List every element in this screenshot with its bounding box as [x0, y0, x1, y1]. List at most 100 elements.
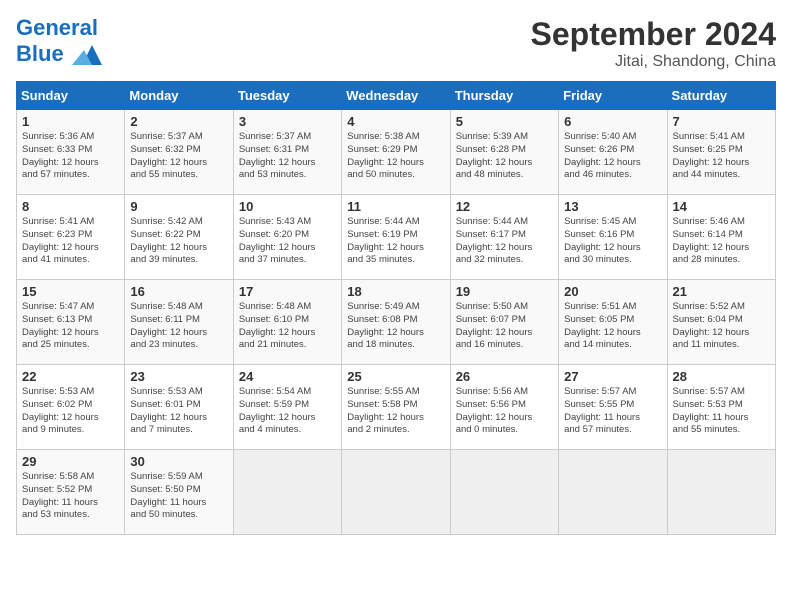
day-number: 26 [456, 369, 553, 384]
calendar-cell [667, 450, 775, 535]
day-info: Sunrise: 5:57 AM Sunset: 5:55 PM Dayligh… [564, 386, 661, 437]
calendar-cell: 30Sunrise: 5:59 AM Sunset: 5:50 PM Dayli… [125, 450, 233, 535]
location-title: Jitai, Shandong, China [531, 53, 776, 71]
day-number: 25 [347, 369, 444, 384]
day-number: 9 [130, 199, 227, 214]
logo-text: General Blue [16, 16, 102, 70]
day-number: 21 [673, 284, 770, 299]
day-info: Sunrise: 5:49 AM Sunset: 6:08 PM Dayligh… [347, 301, 444, 352]
col-wednesday: Wednesday [342, 82, 450, 110]
day-info: Sunrise: 5:54 AM Sunset: 5:59 PM Dayligh… [239, 386, 336, 437]
calendar-cell: 18 Sunrise: 5:49 AM Sunset: 6:08 PM Dayli… [342, 280, 450, 365]
col-friday: Friday [559, 82, 667, 110]
header-row: Sunday Monday Tuesday Wednesday Thursday… [17, 82, 776, 110]
day-number: 12 [456, 199, 553, 214]
logo: General Blue [16, 16, 102, 70]
day-info: Sunrise: 5:53 AM Sunset: 6:01 PM Dayligh… [130, 386, 227, 437]
day-number: 8 [22, 199, 119, 214]
day-info: Sunrise: 5:52 AM Sunset: 6:04 PM Dayligh… [673, 301, 770, 352]
calendar-cell: 3 Sunrise: 5:37 AM Sunset: 6:31 PM Daylig… [233, 110, 341, 195]
day-number: 2 [130, 114, 227, 129]
calendar-cell: 5 Sunrise: 5:39 AM Sunset: 6:28 PM Daylig… [450, 110, 558, 195]
day-number: 3 [239, 114, 336, 129]
logo-blue: Blue [16, 41, 64, 66]
page-header: General Blue September 2024 Jitai, Shand… [16, 16, 776, 71]
calendar-cell: 19 Sunrise: 5:50 AM Sunset: 6:07 PM Dayli… [450, 280, 558, 365]
calendar-cell: 15 Sunrise: 5:47 AM Sunset: 6:13 PM Dayli… [17, 280, 125, 365]
day-info: Sunrise: 5:48 AM Sunset: 6:10 PM Dayligh… [239, 301, 336, 352]
day-info: Sunrise: 5:48 AM Sunset: 6:11 PM Dayligh… [130, 301, 227, 352]
day-number: 30 [130, 454, 227, 469]
day-info: Sunrise: 5:44 AM Sunset: 6:17 PM Dayligh… [456, 216, 553, 267]
day-number: 17 [239, 284, 336, 299]
day-number: 24 [239, 369, 336, 384]
day-info: Sunrise: 5:42 AM Sunset: 6:22 PM Dayligh… [130, 216, 227, 267]
day-number: 22 [22, 369, 119, 384]
day-info: Sunrise: 5:41 AM Sunset: 6:23 PM Dayligh… [22, 216, 119, 267]
day-number: 4 [347, 114, 444, 129]
day-info: Sunrise: 5:44 AM Sunset: 6:19 PM Dayligh… [347, 216, 444, 267]
day-info: Sunrise: 5:43 AM Sunset: 6:20 PM Dayligh… [239, 216, 336, 267]
col-monday: Monday [125, 82, 233, 110]
day-info: Sunrise: 5:55 AM Sunset: 5:58 PM Dayligh… [347, 386, 444, 437]
day-info: Sunrise: 5:37 AM Sunset: 6:31 PM Dayligh… [239, 131, 336, 182]
calendar-cell: 9 Sunrise: 5:42 AM Sunset: 6:22 PM Daylig… [125, 195, 233, 280]
day-info: Sunrise: 5:37 AM Sunset: 6:32 PM Dayligh… [130, 131, 227, 182]
day-number: 28 [673, 369, 770, 384]
calendar-cell: 17 Sunrise: 5:48 AM Sunset: 6:10 PM Dayli… [233, 280, 341, 365]
day-number: 11 [347, 199, 444, 214]
day-number: 5 [456, 114, 553, 129]
day-info: Sunrise: 5:38 AM Sunset: 6:29 PM Dayligh… [347, 131, 444, 182]
col-saturday: Saturday [667, 82, 775, 110]
calendar-week-3: 15 Sunrise: 5:47 AM Sunset: 6:13 PM Dayli… [17, 280, 776, 365]
calendar-week-5: 29 Sunrise: 5:58 AM Sunset: 5:52 PM Dayli… [17, 450, 776, 535]
calendar-week-1: 1 Sunrise: 5:36 AM Sunset: 6:33 PM Daylig… [17, 110, 776, 195]
day-number: 10 [239, 199, 336, 214]
calendar-cell: 25 Sunrise: 5:55 AM Sunset: 5:58 PM Dayli… [342, 365, 450, 450]
calendar-week-2: 8 Sunrise: 5:41 AM Sunset: 6:23 PM Daylig… [17, 195, 776, 280]
day-info: Sunrise: 5:40 AM Sunset: 6:26 PM Dayligh… [564, 131, 661, 182]
day-info: Sunrise: 5:53 AM Sunset: 6:02 PM Dayligh… [22, 386, 119, 437]
day-number: 15 [22, 284, 119, 299]
calendar-cell [559, 450, 667, 535]
calendar-cell: 14Sunrise: 5:46 AM Sunset: 6:14 PM Dayli… [667, 195, 775, 280]
calendar-cell [233, 450, 341, 535]
calendar-cell [342, 450, 450, 535]
calendar-cell: 10 Sunrise: 5:43 AM Sunset: 6:20 PM Dayli… [233, 195, 341, 280]
day-info: Sunrise: 5:58 AM Sunset: 5:52 PM Dayligh… [22, 471, 119, 522]
calendar-cell: 16Sunrise: 5:48 AM Sunset: 6:11 PM Dayli… [125, 280, 233, 365]
calendar-table: Sunday Monday Tuesday Wednesday Thursday… [16, 81, 776, 535]
calendar-cell: 2 Sunrise: 5:37 AM Sunset: 6:32 PM Daylig… [125, 110, 233, 195]
day-number: 1 [22, 114, 119, 129]
day-number: 7 [673, 114, 770, 129]
day-info: Sunrise: 5:50 AM Sunset: 6:07 PM Dayligh… [456, 301, 553, 352]
calendar-cell: 28 Sunrise: 5:57 AM Sunset: 5:53 PM Dayli… [667, 365, 775, 450]
calendar-cell: 4 Sunrise: 5:38 AM Sunset: 6:29 PM Daylig… [342, 110, 450, 195]
day-info: Sunrise: 5:39 AM Sunset: 6:28 PM Dayligh… [456, 131, 553, 182]
day-number: 18 [347, 284, 444, 299]
title-area: September 2024 Jitai, Shandong, China [531, 16, 776, 71]
day-number: 20 [564, 284, 661, 299]
day-info: Sunrise: 5:51 AM Sunset: 6:05 PM Dayligh… [564, 301, 661, 352]
day-info: Sunrise: 5:36 AM Sunset: 6:33 PM Dayligh… [22, 131, 119, 182]
day-info: Sunrise: 5:57 AM Sunset: 5:53 PM Dayligh… [673, 386, 770, 437]
day-number: 27 [564, 369, 661, 384]
day-info: Sunrise: 5:46 AM Sunset: 6:14 PM Dayligh… [673, 216, 770, 267]
calendar-cell: 27 Sunrise: 5:57 AM Sunset: 5:55 PM Dayli… [559, 365, 667, 450]
day-number: 23 [130, 369, 227, 384]
calendar-cell [450, 450, 558, 535]
day-info: Sunrise: 5:45 AM Sunset: 6:16 PM Dayligh… [564, 216, 661, 267]
calendar-cell: 22 Sunrise: 5:53 AM Sunset: 6:02 PM Dayli… [17, 365, 125, 450]
month-title: September 2024 [531, 16, 776, 53]
logo-general: General [16, 15, 98, 40]
calendar-cell: 21 Sunrise: 5:52 AM Sunset: 6:04 PM Dayli… [667, 280, 775, 365]
calendar-cell: 23 Sunrise: 5:53 AM Sunset: 6:01 PM Dayli… [125, 365, 233, 450]
calendar-cell: 12 Sunrise: 5:44 AM Sunset: 6:17 PM Dayli… [450, 195, 558, 280]
day-number: 19 [456, 284, 553, 299]
calendar-cell: 29 Sunrise: 5:58 AM Sunset: 5:52 PM Dayli… [17, 450, 125, 535]
day-number: 29 [22, 454, 119, 469]
day-number: 13 [564, 199, 661, 214]
calendar-cell: 11 Sunrise: 5:44 AM Sunset: 6:19 PM Dayli… [342, 195, 450, 280]
calendar-cell: 7Sunrise: 5:41 AM Sunset: 6:25 PM Daylig… [667, 110, 775, 195]
day-info: Sunrise: 5:47 AM Sunset: 6:13 PM Dayligh… [22, 301, 119, 352]
